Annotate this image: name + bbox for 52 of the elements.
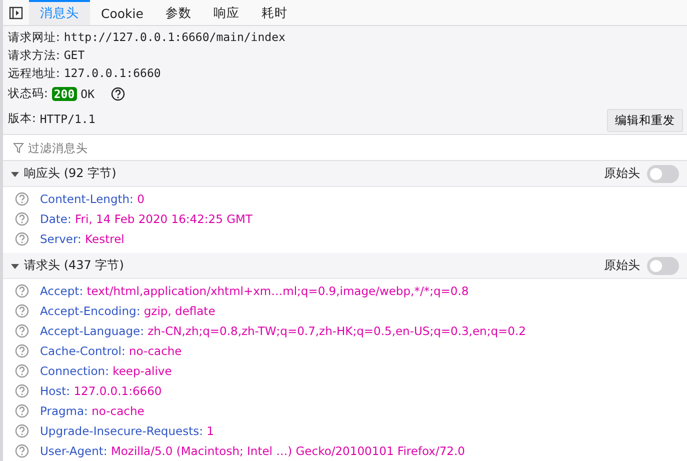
header-entry: Content-Length: 0 xyxy=(40,192,144,206)
section-header[interactable]: 请求头 (437 字节) 原始头 xyxy=(3,253,687,279)
tab[interactable]: Cookie xyxy=(90,0,154,25)
field-value: HTTP/1.1 xyxy=(40,112,96,126)
header-entry: Cache-Control: no-cache xyxy=(40,344,182,358)
raw-headers-label: 原始头 xyxy=(604,165,640,182)
field-label: 远程地址: xyxy=(8,66,60,80)
help-icon xyxy=(15,232,29,246)
tab[interactable]: 耗时 xyxy=(250,0,298,25)
field-value: GET xyxy=(64,48,85,62)
header-entry: Host: 127.0.0.1:6660 xyxy=(40,384,162,398)
field-label: 版本: xyxy=(8,111,36,126)
raw-headers-switch[interactable] xyxy=(647,164,679,182)
field-label: 状态码: xyxy=(8,86,48,101)
field-label: 请求方法: xyxy=(8,48,60,62)
field-value: http://127.0.0.1:6660/main/index xyxy=(64,30,286,44)
raw-headers-switch[interactable] xyxy=(647,256,679,274)
field-value: OK xyxy=(80,86,95,100)
help-icon xyxy=(15,304,29,318)
tab[interactable]: 响应 xyxy=(202,0,250,25)
sidebar-icon xyxy=(9,6,23,20)
field-label: 请求网址: xyxy=(8,30,60,44)
header-entry: Server: Kestrel xyxy=(40,232,124,246)
header-entry: User-Agent: Mozilla/5.0 (Macintosh; Intel …) Gecko/20100101 Firefox/72.0 xyxy=(40,444,465,458)
section-title: 请求头 (437 字节) xyxy=(24,257,125,274)
status-code-badge: 200 xyxy=(52,86,77,100)
header-entry: Accept: text/html,application/xhtml+xm…ml;q=0.9,image/webp,*/*;q=0.8 xyxy=(40,284,469,298)
section-title: 响应头 (92 字节) xyxy=(24,165,118,182)
header-entry: Accept-Encoding: gzip, deflate xyxy=(40,304,216,318)
tab[interactable]: 参数 xyxy=(154,0,202,25)
help-icon xyxy=(15,324,29,338)
help-icon xyxy=(15,384,29,398)
header-entry: Connection: keep-alive xyxy=(40,364,172,378)
help-icon xyxy=(15,192,29,206)
header-entry: Pragma: no-cache xyxy=(40,404,144,418)
resend-button[interactable]: 编辑和重发 xyxy=(607,109,683,132)
help-icon xyxy=(15,364,29,378)
header-entry: Date: Fri, 14 Feb 2020 16:42:25 GMT xyxy=(40,212,252,226)
filter-icon xyxy=(13,142,24,154)
filter-field[interactable]: 过滤消息头 xyxy=(28,140,687,154)
raw-headers-label: 原始头 xyxy=(604,257,640,274)
section-header[interactable]: 响应头 (92 字节) 原始头 xyxy=(3,161,687,187)
help-icon xyxy=(15,444,29,458)
help-icon xyxy=(15,404,29,418)
help-icon xyxy=(110,86,125,100)
help-icon xyxy=(15,344,29,358)
header-entry: Upgrade-Insecure-Requests: 1 xyxy=(40,424,214,438)
header-entry: Accept-Language: zh-CN,zh;q=0.8,zh-TW;q=0.7,zh-HK;q=0.5,en-US;q=0.3,en;q=0.2 xyxy=(40,324,526,338)
field-value: 127.0.0.1:6660 xyxy=(64,66,161,80)
help-icon xyxy=(15,424,29,438)
help-icon xyxy=(15,212,29,226)
help-icon xyxy=(15,284,29,298)
